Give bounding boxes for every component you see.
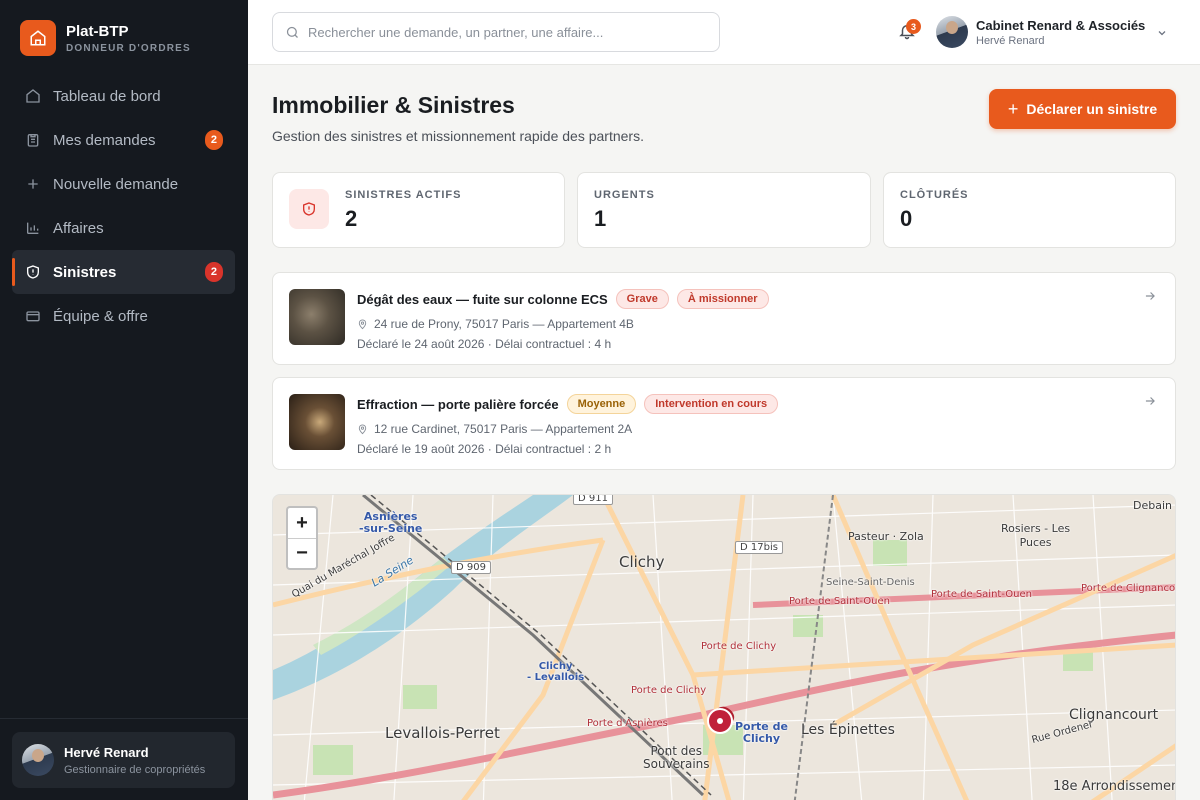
- map-label: Porte de Clignancourt: [1081, 583, 1176, 594]
- map-label: Porte d'Asnières: [587, 718, 668, 729]
- topbar: Rechercher une demande, un partner, une …: [248, 0, 1200, 65]
- sidebar-item-requests[interactable]: Mes demandes 2: [12, 118, 235, 162]
- sidebar-item-label: Tableau de bord: [53, 87, 161, 105]
- sidebar: Plat-BTP DONNEUR D'ORDRES Tableau de bor…: [0, 0, 248, 800]
- map-label: Clichy: [619, 553, 665, 571]
- account-menu[interactable]: Cabinet Renard & Associés Hervé Renard: [936, 16, 1145, 48]
- stat-label: SINISTRES ACTIFS: [345, 189, 462, 201]
- stat-value: 2: [345, 206, 358, 231]
- claim-address: 24 rue de Prony, 75017 Paris — Apparteme…: [374, 317, 634, 331]
- stat-value: 0: [900, 206, 913, 231]
- user-name: Hervé Renard: [64, 744, 149, 760]
- map-label: Pasteur · Zola: [848, 530, 924, 543]
- page-subtitle: Gestion des sinistres et missionnement r…: [272, 128, 644, 144]
- building-icon: [20, 20, 56, 56]
- sidebar-nav: Tableau de bord Mes demandes 2 Nouvelle …: [12, 74, 235, 338]
- claim-photo: [289, 289, 345, 345]
- sidebar-item-dashboard[interactable]: Tableau de bord: [12, 74, 235, 118]
- status-badge: Intervention en cours: [644, 394, 779, 414]
- shield-icon: [24, 263, 42, 281]
- map-label: Debain: [1133, 499, 1172, 512]
- zoom-in-button[interactable]: +: [288, 508, 316, 538]
- sidebar-item-new-request[interactable]: Nouvelle demande: [12, 162, 235, 206]
- map-label: Rosiers - Les Puces: [1001, 522, 1071, 549]
- claim-address: 12 rue Cardinet, 75017 Paris — Apparteme…: [374, 422, 633, 436]
- avatar: [936, 16, 968, 48]
- sidebar-item-label: Nouvelle demande: [53, 175, 179, 193]
- claim-meta: Déclaré le 24 août 2026 · Délai contract…: [357, 337, 612, 351]
- user-card[interactable]: Hervé Renard Gestionnaire de copropriété…: [12, 732, 235, 788]
- severity-badge: Grave: [615, 289, 669, 309]
- zoom-out-button[interactable]: −: [288, 538, 316, 568]
- plus-icon: [24, 175, 42, 193]
- stat-label: URGENTS: [594, 189, 655, 201]
- arrow-right-icon[interactable]: [1143, 394, 1157, 413]
- search-icon: [285, 25, 300, 40]
- plus-icon: +: [1007, 98, 1019, 119]
- map-zoom-control: + −: [286, 506, 318, 570]
- arrow-right-icon[interactable]: [1143, 289, 1157, 308]
- requests-count-badge: 2: [204, 130, 223, 150]
- sidebar-item-label: Mes demandes: [53, 131, 156, 149]
- map-pin-icon: [357, 424, 368, 435]
- claim-photo: [289, 394, 345, 450]
- brand-subtitle: DONNEUR D'ORDRES: [66, 42, 191, 54]
- card-icon: [24, 307, 42, 325]
- claim-title: Dégât des eaux — fuite sur colonne ECS: [357, 291, 608, 307]
- sidebar-item-label: Affaires: [53, 219, 104, 237]
- claim-card[interactable]: Dégât des eaux — fuite sur colonne ECS G…: [272, 272, 1176, 365]
- stat-value: 1: [594, 206, 607, 231]
- account-name: Cabinet Renard & Associés: [976, 17, 1146, 33]
- declare-claim-button[interactable]: + Déclarer un sinistre: [989, 89, 1176, 129]
- map-pin-icon: [357, 319, 368, 330]
- notification-badge: 3: [906, 19, 921, 34]
- sidebar-item-claims[interactable]: Sinistres 2: [12, 250, 235, 294]
- claim-title: Effraction — porte palière forcée: [357, 396, 559, 412]
- home-icon: [24, 87, 42, 105]
- claims-count-badge: 2: [204, 262, 223, 282]
- map-label: Clichy - Levallois: [527, 661, 585, 683]
- status-badge: À missionner: [676, 289, 769, 309]
- stat-card-closed: CLÔTURÉS 0: [883, 172, 1176, 248]
- road-label: D 17bis: [735, 541, 783, 554]
- sidebar-item-label: Sinistres: [53, 263, 117, 281]
- stat-label: CLÔTURÉS: [900, 189, 969, 201]
- claim-card[interactable]: Effraction — porte palière forcée Moyenn…: [272, 377, 1176, 470]
- sidebar-item-label: Équipe & offre: [53, 307, 148, 325]
- map-label: Levallois-Perret: [385, 724, 500, 742]
- claims-map[interactable]: Asnières -sur-Seine Clichy Levallois-Per…: [272, 494, 1176, 800]
- brand[interactable]: Plat-BTP DONNEUR D'ORDRES: [20, 20, 191, 56]
- avatar: [22, 744, 54, 776]
- road-label: D 909: [451, 561, 491, 574]
- clipboard-icon: [24, 131, 42, 149]
- map-label: Porte de Saint-Ouen: [789, 596, 890, 607]
- account-user: Hervé Renard: [976, 34, 1045, 47]
- stat-card-active: SINISTRES ACTIFS 2: [272, 172, 565, 248]
- chevron-down-icon[interactable]: [1156, 26, 1168, 44]
- bar-chart-icon: [24, 219, 42, 237]
- map-label: Porte de Saint-Ouen: [931, 589, 1032, 600]
- sidebar-item-team[interactable]: Équipe & offre: [12, 294, 235, 338]
- map-label: Porte de Clichy: [631, 685, 707, 696]
- map-label: Pont des Souverains: [643, 744, 710, 771]
- map-label: Seine-Saint-Denis: [826, 577, 915, 588]
- map-label: Porte de Clichy: [735, 720, 788, 745]
- stat-card-urgent: URGENTS 1: [577, 172, 871, 248]
- user-role: Gestionnaire de copropriétés: [64, 763, 206, 776]
- map-label: Porte de Clichy: [701, 641, 777, 652]
- road-label: D 911: [573, 495, 613, 505]
- page-title: Immobilier & Sinistres: [272, 92, 515, 118]
- search-input[interactable]: Rechercher une demande, un partner, une …: [272, 12, 720, 52]
- severity-badge: Moyenne: [566, 394, 637, 414]
- brand-name: Plat-BTP: [66, 22, 129, 40]
- claim-meta: Déclaré le 19 août 2026 · Délai contract…: [357, 442, 612, 456]
- shield-alert-icon: [289, 189, 329, 229]
- map-label: Les Épinettes: [801, 722, 895, 738]
- sidebar-footer: Hervé Renard Gestionnaire de copropriété…: [0, 718, 248, 800]
- map-label: 18e Arrondissement: [1053, 779, 1176, 794]
- sidebar-item-affairs[interactable]: Affaires: [12, 206, 235, 250]
- search-placeholder: Rechercher une demande, un partner, une …: [308, 24, 604, 40]
- declare-claim-label: Déclarer un sinistre: [1026, 101, 1158, 117]
